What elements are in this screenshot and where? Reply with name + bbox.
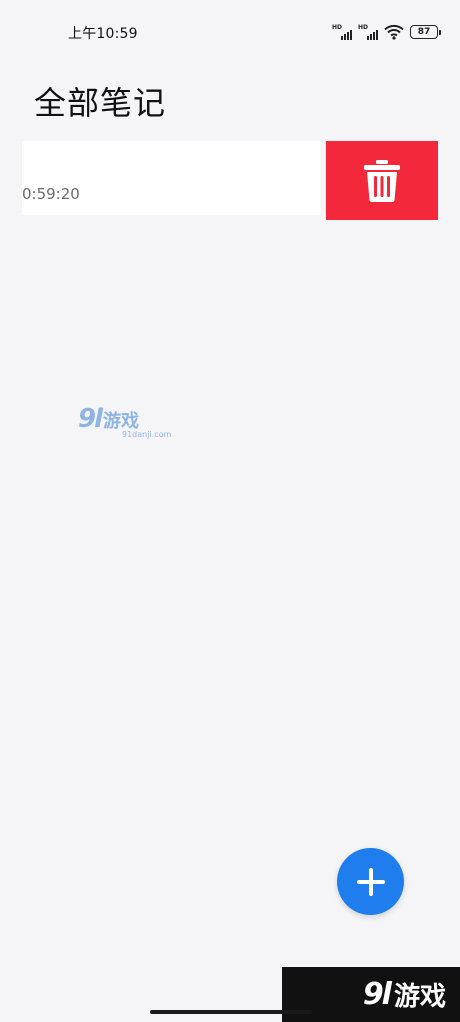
battery-icon: 87 — [410, 25, 441, 39]
watermark-url: 91danji.com — [122, 430, 172, 439]
status-icons: HD HD 87 — [332, 22, 441, 42]
note-content[interactable]: 0:59:20 — [22, 141, 321, 215]
cellular-signal-icon: HD — [358, 24, 378, 40]
watermark-logo: 9l 游戏 91danji.com — [78, 404, 171, 439]
watermark-number: 9l — [78, 404, 103, 434]
page-title: 全部笔记 — [34, 84, 167, 122]
trash-icon — [364, 159, 400, 202]
status-time: 上午10:59 — [68, 26, 138, 42]
cellular-signal-icon: HD — [332, 24, 352, 40]
corner-watermark-name: 游戏 — [393, 982, 446, 1012]
delete-button[interactable] — [326, 141, 438, 220]
wifi-icon — [384, 24, 404, 40]
battery-level: 87 — [417, 26, 431, 37]
note-time: 0:59:20 — [22, 185, 80, 203]
corner-watermark-number: 9l — [362, 977, 392, 1012]
plus-icon — [356, 867, 385, 896]
status-bar: 上午10:59 HD HD 87 — [0, 0, 460, 64]
note-list-item[interactable]: 0:59:20 — [22, 141, 438, 220]
home-indicator[interactable] — [150, 1010, 312, 1014]
add-note-button[interactable] — [337, 848, 404, 915]
